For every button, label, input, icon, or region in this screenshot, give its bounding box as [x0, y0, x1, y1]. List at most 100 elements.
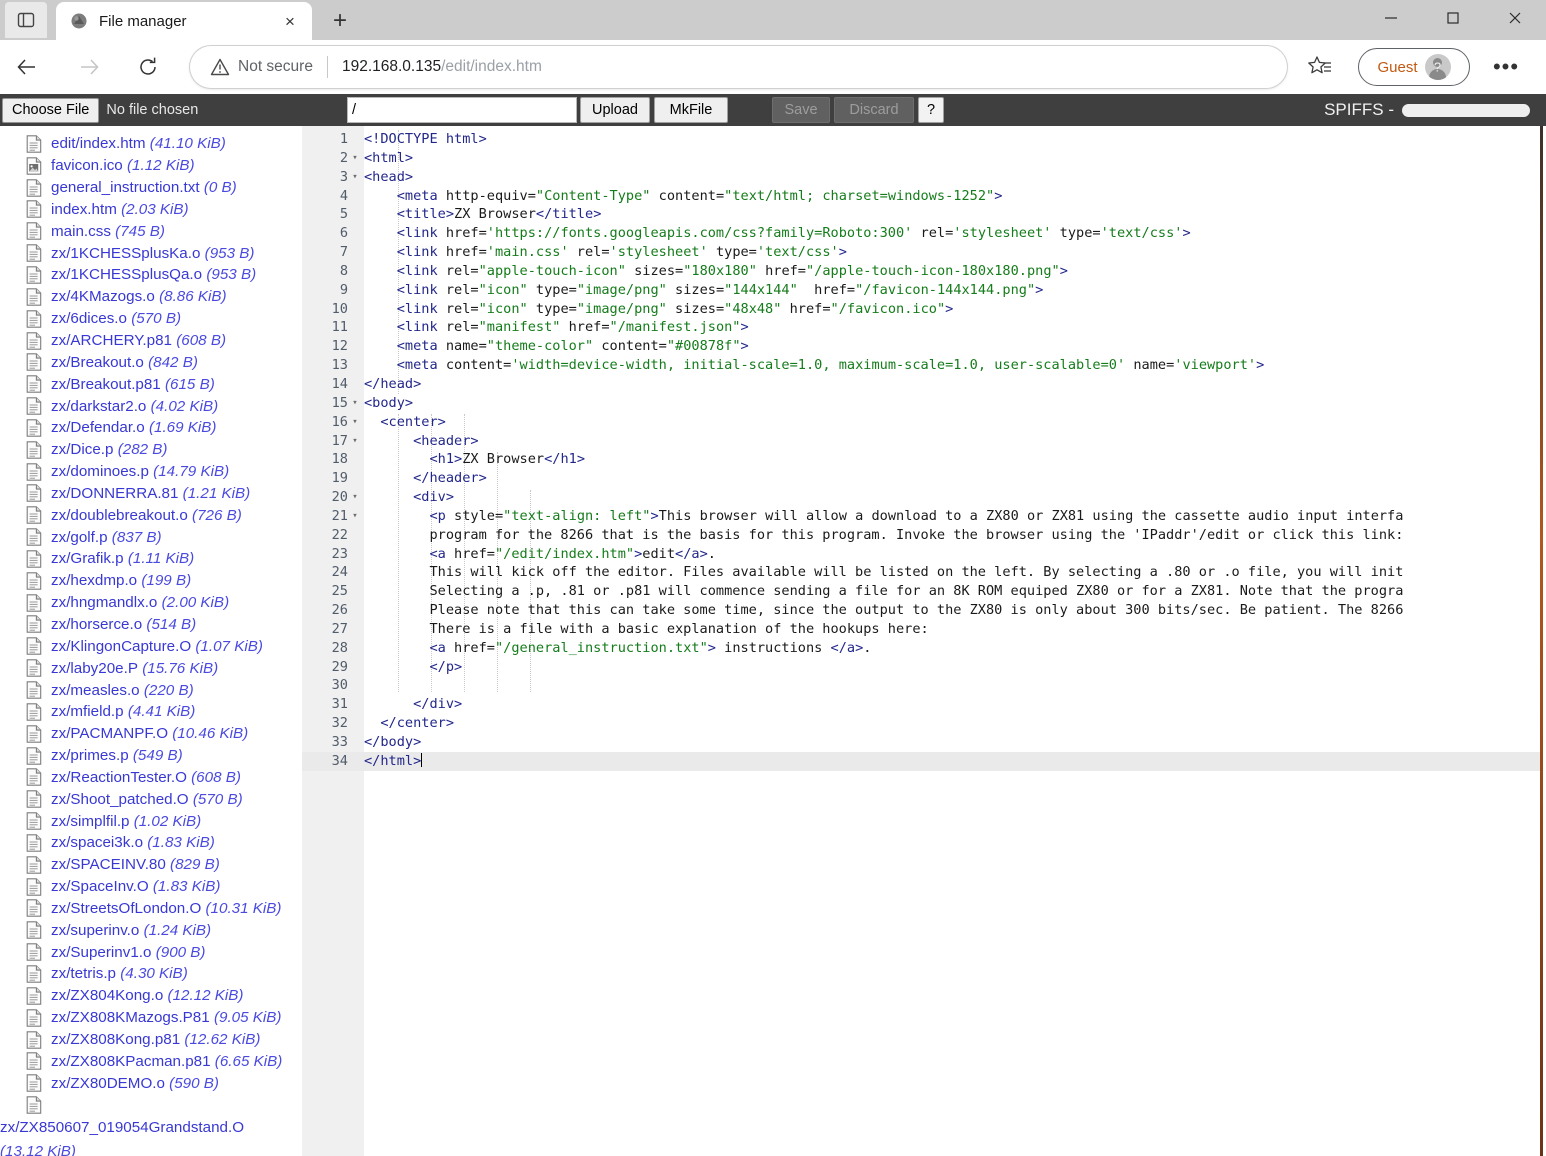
- file-name-link[interactable]: zx/Dice.p: [51, 441, 113, 458]
- fold-arrow-icon[interactable]: ▾: [350, 149, 360, 168]
- list-item[interactable]: zx/simplfil.p (1.02 KiB): [0, 810, 302, 832]
- code-line[interactable]: 12 <meta name="theme-color" content="#00…: [302, 337, 1543, 356]
- file-name-link[interactable]: zx/StreetsOfLondon.O: [51, 900, 201, 917]
- list-item[interactable]: zx/ZX804Kong.o (12.12 KiB): [0, 985, 302, 1007]
- code-line[interactable]: 32 </center>: [302, 714, 1543, 733]
- file-name-link[interactable]: zx/DONNERRA.81: [51, 485, 178, 502]
- file-name-link[interactable]: zx/ZX804Kong.o: [51, 987, 163, 1004]
- list-item-wrapped-text[interactable]: zx/ZX850607_019054Grandstand.O(13.12 KiB…: [0, 1116, 302, 1156]
- list-item[interactable]: zx/golf.p (837 B): [0, 526, 302, 548]
- code-line[interactable]: 15▾<body>: [302, 394, 1543, 413]
- file-name-link[interactable]: zx/1KCHESSplusKa.o: [51, 245, 200, 262]
- code-line[interactable]: 23 <a href="/edit/index.htm">edit</a>.: [302, 545, 1543, 564]
- file-name-link[interactable]: zx/ARCHERY.p81: [51, 332, 172, 349]
- code-line[interactable]: 26 Please note that this can take some t…: [302, 601, 1543, 620]
- list-item[interactable]: zx/SpaceInv.O (1.83 KiB): [0, 876, 302, 898]
- file-name-link[interactable]: zx/SPACEINV.80: [51, 856, 166, 873]
- file-name-link[interactable]: zx/SpaceInv.O: [51, 878, 149, 895]
- list-item[interactable]: zx/ReactionTester.O (608 B): [0, 766, 302, 788]
- code-line[interactable]: 6 <link href='https://fonts.googleapis.c…: [302, 224, 1543, 243]
- file-name-link[interactable]: zx/ReactionTester.O: [51, 769, 187, 786]
- list-item[interactable]: zx/Breakout.o (842 B): [0, 351, 302, 373]
- code-line[interactable]: 13 <meta content='width=device-width, in…: [302, 356, 1543, 375]
- file-name-link[interactable]: zx/Defendar.o: [51, 419, 145, 436]
- tab-search-button[interactable]: [5, 2, 47, 38]
- reload-button[interactable]: [131, 50, 165, 84]
- code-line[interactable]: 33</body>: [302, 733, 1543, 752]
- file-name-link[interactable]: zx/doublebreakout.o: [51, 507, 188, 524]
- list-item[interactable]: zx/Shoot_patched.O (570 B): [0, 788, 302, 810]
- code-editor[interactable]: 1<!DOCTYPE html>2▾<html>3▾<head>4 <meta …: [302, 126, 1543, 1156]
- list-item[interactable]: zx/primes.p (549 B): [0, 745, 302, 767]
- address-bar[interactable]: Not secure 192.168.0.135/edit/index.htm: [190, 46, 1287, 88]
- list-item[interactable]: zx/ZX808KPacman.p81 (6.65 KiB): [0, 1050, 302, 1072]
- list-item[interactable]: zx/4KMazogs.o (8.86 KiB): [0, 286, 302, 308]
- file-name-link[interactable]: zx/Shoot_patched.O: [51, 791, 189, 808]
- fold-arrow-icon[interactable]: ▾: [350, 394, 360, 413]
- file-name-link[interactable]: zx/4KMazogs.o: [51, 288, 155, 305]
- help-button[interactable]: ?: [918, 97, 944, 123]
- tab-close-icon[interactable]: ×: [276, 7, 304, 35]
- list-item[interactable]: zx/hngmandlx.o (2.00 KiB): [0, 592, 302, 614]
- mkfile-button[interactable]: MkFile: [654, 97, 728, 123]
- file-name-link[interactable]: zx/ZX808KPacman.p81: [51, 1053, 211, 1070]
- code-line[interactable]: 22 program for the 8266 that is the basi…: [302, 526, 1543, 545]
- list-item[interactable]: zx/superinv.o (1.24 KiB): [0, 919, 302, 941]
- file-name-link[interactable]: edit/index.htm: [51, 135, 146, 152]
- list-item[interactable]: zx/darkstar2.o (4.02 KiB): [0, 395, 302, 417]
- browser-menu-button[interactable]: •••: [1489, 55, 1523, 79]
- list-item[interactable]: index.htm (2.03 KiB): [0, 199, 302, 221]
- list-item[interactable]: zx/PACMANPF.O (10.46 KiB): [0, 723, 302, 745]
- choose-file-button[interactable]: Choose File: [2, 98, 99, 123]
- list-item[interactable]: zx/StreetsOfLondon.O (10.31 KiB): [0, 898, 302, 920]
- list-item[interactable]: zx/laby20e.P (15.76 KiB): [0, 657, 302, 679]
- fold-arrow-icon[interactable]: ▾: [350, 413, 360, 432]
- code-line[interactable]: 28 <a href="/general_instruction.txt"> i…: [302, 639, 1543, 658]
- forward-button[interactable]: [72, 50, 106, 84]
- code-line[interactable]: 29 </p>: [302, 658, 1543, 677]
- add-favorite-button[interactable]: [1305, 52, 1335, 82]
- code-line[interactable]: 16▾ <center>: [302, 413, 1543, 432]
- list-item[interactable]: zx/ZX808KMazogs.P81 (9.05 KiB): [0, 1007, 302, 1029]
- code-line[interactable]: 10 <link rel="icon" type="image/png" siz…: [302, 300, 1543, 319]
- fold-arrow-icon[interactable]: ▾: [350, 488, 360, 507]
- code-lines[interactable]: 1<!DOCTYPE html>2▾<html>3▾<head>4 <meta …: [302, 130, 1543, 771]
- file-name-link[interactable]: zx/golf.p: [51, 529, 108, 546]
- list-item[interactable]: zx/measles.o (220 B): [0, 679, 302, 701]
- file-name-link[interactable]: zx/PACMANPF.O: [51, 725, 168, 742]
- file-name-link[interactable]: favicon.ico: [51, 157, 123, 174]
- back-button[interactable]: [10, 50, 44, 84]
- discard-button[interactable]: Discard: [834, 97, 914, 123]
- list-item[interactable]: zx/Superinv1.o (900 B): [0, 941, 302, 963]
- window-maximize-button[interactable]: [1422, 0, 1484, 36]
- code-line[interactable]: 4 <meta http-equiv="Content-Type" conten…: [302, 187, 1543, 206]
- file-name-link[interactable]: zx/6dices.o: [51, 310, 127, 327]
- file-name-link[interactable]: zx/ZX80DEMO.o: [51, 1075, 165, 1092]
- path-input[interactable]: /: [347, 97, 577, 123]
- file-name-link[interactable]: zx/primes.p: [51, 747, 129, 764]
- list-item[interactable]: zx/6dices.o (570 B): [0, 308, 302, 330]
- code-line[interactable]: 25 Selecting a .p, .81 or .p81 will comm…: [302, 582, 1543, 601]
- code-line[interactable]: 14</head>: [302, 375, 1543, 394]
- list-item[interactable]: zx/1KCHESSplusQa.o (953 B): [0, 264, 302, 286]
- list-item[interactable]: zx/ZX80DEMO.o (590 B): [0, 1072, 302, 1094]
- list-item[interactable]: zx/DONNERRA.81 (1.21 KiB): [0, 483, 302, 505]
- file-name-link[interactable]: zx/Breakout.o: [51, 354, 144, 371]
- list-item[interactable]: zx/ZX808Kong.p81 (12.62 KiB): [0, 1029, 302, 1051]
- fold-arrow-icon[interactable]: ▾: [350, 507, 360, 526]
- code-line[interactable]: 31 </div>: [302, 695, 1543, 714]
- list-item[interactable]: zx/hexdmp.o (199 B): [0, 570, 302, 592]
- code-line[interactable]: 8 <link rel="apple-touch-icon" sizes="18…: [302, 262, 1543, 281]
- file-name-link[interactable]: general_instruction.txt: [51, 179, 200, 196]
- list-item[interactable]: zx/SPACEINV.80 (829 B): [0, 854, 302, 876]
- code-line[interactable]: 17▾ <header>: [302, 432, 1543, 451]
- code-line[interactable]: 1<!DOCTYPE html>: [302, 130, 1543, 149]
- list-item[interactable]: zx/horserce.o (514 B): [0, 614, 302, 636]
- list-item[interactable]: zx/tetris.p (4.30 KiB): [0, 963, 302, 985]
- code-line[interactable]: 27 There is a file with a basic explanat…: [302, 620, 1543, 639]
- file-name-link[interactable]: zx/darkstar2.o: [51, 398, 146, 415]
- list-item[interactable]: zx/mfield.p (4.41 KiB): [0, 701, 302, 723]
- list-item[interactable]: favicon.ico (1.12 KiB): [0, 155, 302, 177]
- file-name-link[interactable]: zx/Superinv1.o: [51, 944, 151, 961]
- file-name-link[interactable]: zx/hexdmp.o: [51, 572, 137, 589]
